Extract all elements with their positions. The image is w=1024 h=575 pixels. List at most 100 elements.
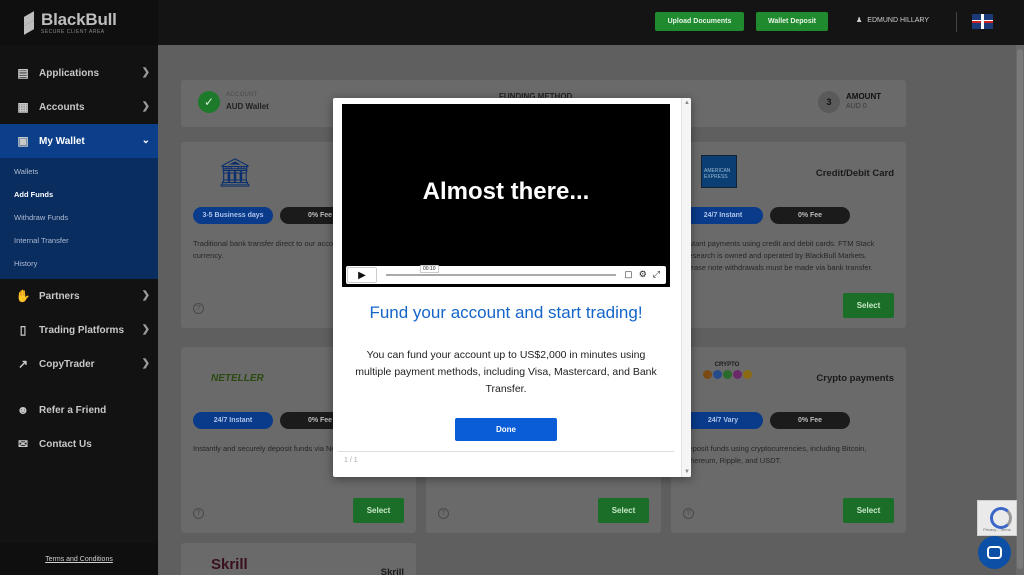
sidebar-item-label: Contact Us [39, 438, 92, 450]
sidebar-item-label: Partners [39, 290, 80, 302]
gear-icon[interactable]: ⚙ [639, 269, 647, 280]
sidebar-item-partners[interactable]: ✋ Partners ❯ [0, 279, 158, 313]
check-icon: ✓ [198, 91, 220, 113]
amex-logo-icon: AMERICAN EXPRESS [701, 155, 737, 188]
sidebar-item-accounts[interactable]: ▦ Accounts ❯ [0, 90, 158, 124]
document-icon: ▤ [17, 66, 29, 80]
sidebar-item-label: CopyTrader [39, 358, 95, 370]
upload-documents-button[interactable]: Upload Documents [655, 12, 744, 31]
crypto-brand: CRYPTO [714, 362, 740, 368]
fee-badge: 0% Fee [770, 207, 850, 224]
speed-badge: 24/7 Instant [193, 412, 273, 429]
user-menu[interactable]: ♟ EDMUND HILLARY [856, 16, 929, 25]
sidebar-item-refer-a-friend[interactable]: ☻ Refer a Friend [0, 393, 158, 427]
sidebar-item-label: Applications [39, 67, 100, 79]
card-description: Instant payments using credit and debit … [683, 239, 875, 272]
select-button[interactable]: Select [353, 498, 404, 523]
scroll-down-icon[interactable]: ▼ [684, 469, 690, 475]
wallet-deposit-button[interactable]: Wallet Deposit [756, 12, 828, 31]
select-button[interactable]: Select [598, 498, 649, 523]
chart-icon: ▦ [17, 100, 29, 114]
handshake-icon: ✋ [15, 289, 31, 303]
step3-value: AUD 0 [846, 103, 867, 110]
header-divider [956, 12, 957, 32]
sidebar-item-applications[interactable]: ▤ Applications ❯ [0, 56, 158, 90]
video-controls: ▶ 00:10 ▢ ⚙ ⤢ [346, 265, 666, 284]
card-title: Crypto payments [816, 373, 894, 384]
payment-card-skrill[interactable]: Skrill Skrill [181, 543, 416, 575]
uk-flag-icon[interactable] [972, 14, 993, 29]
brand-logo[interactable]: BlackBull SECURE CLIENT AREA [0, 0, 158, 45]
modal-heading: Fund your account and start trading! [369, 303, 643, 322]
fullscreen-icon[interactable]: ⤢ [653, 269, 660, 280]
candles-icon: ▯ [19, 323, 27, 337]
chat-widget-button[interactable] [978, 536, 1011, 569]
sidebar-item-contact-us[interactable]: ✉ Contact Us [0, 427, 158, 461]
sidebar-item-copytrader[interactable]: ↗ CopyTrader ❯ [0, 347, 158, 381]
sidebar-nav: ▤ Applications ❯ ▦ Accounts ❯ ▣ My Walle… [0, 56, 158, 461]
modal-pager: 1 / 1 [338, 451, 674, 469]
step1-label: ACCOUNT [226, 92, 258, 98]
select-button[interactable]: Select [843, 498, 894, 523]
chevron-right-icon: ❯ [141, 67, 150, 78]
wallet-icon: ▣ [17, 134, 29, 148]
user-icon: ♟ [856, 17, 863, 24]
info-icon[interactable]: ? [683, 508, 694, 519]
step3-label: AMOUNT [846, 92, 882, 101]
terms-link[interactable]: Terms and Conditions [0, 543, 158, 575]
skrill-logo: Skrill [211, 556, 248, 573]
chevron-right-icon: ❯ [141, 358, 150, 369]
payment-card-crypto[interactable]: CRYPTO Crypto payments 24/7 Vary 0% Fee … [671, 347, 906, 533]
wallet-submenu: Wallets Add Funds Withdraw Funds Interna… [0, 158, 158, 279]
card-title: Skrill [380, 567, 404, 575]
info-icon[interactable]: ? [193, 303, 204, 314]
app-root: Upload Documents Wallet Deposit ♟ EDMUND… [0, 0, 1024, 575]
info-icon[interactable]: ? [438, 508, 449, 519]
speed-badge: 24/7 Instant [683, 207, 763, 224]
sidebar-item-label: Accounts [39, 101, 85, 113]
modal-scrollbar[interactable]: ▲ ▼ [681, 98, 691, 477]
video-time: 00:10 [420, 265, 439, 273]
sidebar-item-my-wallet[interactable]: ▣ My Wallet ⌄ [0, 124, 158, 158]
chevron-right-icon: ❯ [141, 101, 150, 112]
brand-name: BlackBull [41, 9, 117, 29]
trend-icon: ↗ [17, 357, 29, 371]
modal-body: You can fund your account up to US$2,000… [355, 349, 657, 395]
done-button[interactable]: Done [455, 418, 557, 441]
blackbull-logo-icon [22, 12, 36, 34]
sidebar-item-trading-platforms[interactable]: ▯ Trading Platforms ❯ [0, 313, 158, 347]
card-title: Credit/Debit Card [815, 168, 894, 179]
video-progress-bar[interactable]: 00:10 [386, 265, 616, 276]
brand-subtitle: SECURE CLIENT AREA [41, 28, 105, 35]
chat-icon: ✉ [17, 437, 29, 451]
submenu-item-withdraw-funds[interactable]: Withdraw Funds [0, 206, 158, 229]
play-button[interactable]: ▶ [347, 267, 377, 283]
bank-icon: 🏛 [217, 156, 253, 188]
onboarding-modal: Almost there... ▶ 00:10 ▢ ⚙ ⤢ Fund your … [333, 98, 691, 477]
step1-value: AUD Wallet [226, 102, 269, 111]
video-player[interactable]: Almost there... ▶ 00:10 ▢ ⚙ ⤢ [342, 104, 670, 287]
people-icon: ☻ [16, 403, 30, 417]
chevron-right-icon: ❯ [141, 290, 150, 301]
page-scrollbar[interactable] [1016, 45, 1024, 575]
video-title: Almost there... [422, 178, 590, 205]
info-icon[interactable]: ? [193, 508, 204, 519]
select-button[interactable]: Select [843, 293, 894, 318]
user-name: EDMUND HILLARY [867, 16, 929, 24]
submenu-item-wallets[interactable]: Wallets [0, 160, 158, 183]
speed-badge: 24/7 Vary [683, 412, 763, 429]
recaptcha-badge[interactable]: Privacy - Terms [977, 500, 1017, 536]
top-header: Upload Documents Wallet Deposit ♟ EDMUND… [158, 0, 1024, 45]
neteller-logo: NETELLER [211, 373, 264, 384]
chat-bubble-icon [987, 546, 1002, 559]
captions-icon[interactable]: ▢ [624, 269, 633, 280]
scroll-up-icon[interactable]: ▲ [684, 100, 690, 106]
submenu-item-add-funds[interactable]: Add Funds [0, 183, 158, 206]
submenu-item-history[interactable]: History [0, 252, 158, 275]
submenu-item-internal-transfer[interactable]: Internal Transfer [0, 229, 158, 252]
chevron-right-icon: ❯ [141, 324, 150, 335]
crypto-logo-icon: CRYPTO [701, 362, 753, 392]
sidebar-item-label: Refer a Friend [39, 404, 107, 416]
payment-card-credit[interactable]: AMERICAN EXPRESS Credit/Debit Card 24/7 … [671, 142, 906, 328]
speed-badge: 3-5 Business days [193, 207, 273, 224]
